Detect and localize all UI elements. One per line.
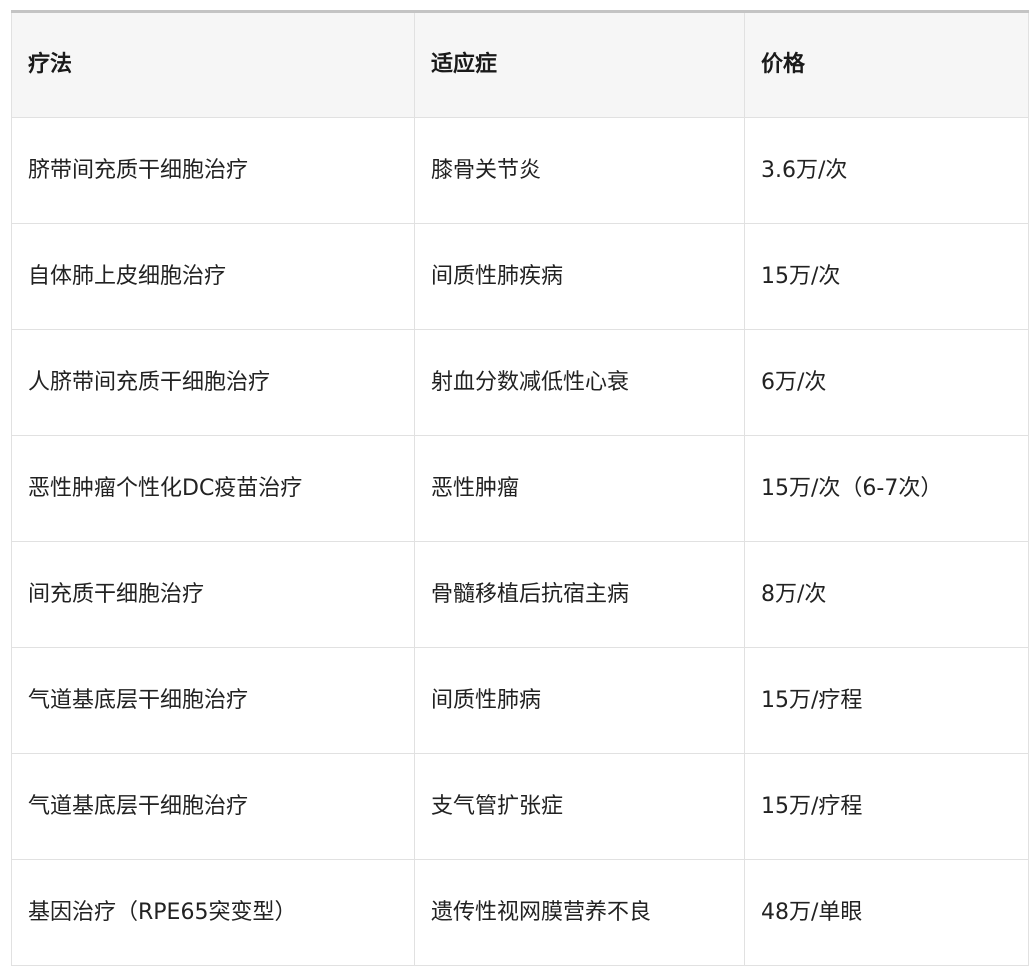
cell-price: 3.6万/次	[744, 117, 1029, 224]
cell-price: 15万/疗程	[744, 647, 1029, 754]
therapy-price-table-container: 疗法 适应症 价格 脐带间充质干细胞治疗 膝骨关节炎 3.6万/次 自体肺上皮细…	[11, 10, 1029, 966]
cell-indication: 间质性肺病	[414, 647, 745, 754]
cell-indication: 恶性肿瘤	[414, 435, 745, 542]
cell-indication: 射血分数减低性心衰	[414, 329, 745, 436]
therapy-price-table: 疗法 适应症 价格 脐带间充质干细胞治疗 膝骨关节炎 3.6万/次 自体肺上皮细…	[11, 10, 1029, 966]
table-header: 疗法 适应症 价格	[11, 11, 1029, 118]
cell-price: 15万/次（6-7次）	[744, 435, 1029, 542]
cell-therapy: 人脐带间充质干细胞治疗	[11, 329, 415, 436]
table-row: 恶性肿瘤个性化DC疫苗治疗 恶性肿瘤 15万/次（6-7次）	[11, 435, 1029, 542]
header-row: 疗法 适应症 价格	[11, 11, 1029, 118]
cell-indication: 骨髓移植后抗宿主病	[414, 541, 745, 648]
cell-therapy: 脐带间充质干细胞治疗	[11, 117, 415, 224]
cell-therapy: 自体肺上皮细胞治疗	[11, 223, 415, 330]
cell-price: 8万/次	[744, 541, 1029, 648]
cell-indication: 支气管扩张症	[414, 753, 745, 860]
cell-therapy: 恶性肿瘤个性化DC疫苗治疗	[11, 435, 415, 542]
cell-therapy: 间充质干细胞治疗	[11, 541, 415, 648]
table-row: 气道基底层干细胞治疗 支气管扩张症 15万/疗程	[11, 753, 1029, 860]
cell-therapy: 气道基底层干细胞治疗	[11, 753, 415, 860]
cell-price: 15万/疗程	[744, 753, 1029, 860]
cell-therapy: 气道基底层干细胞治疗	[11, 647, 415, 754]
table-row: 自体肺上皮细胞治疗 间质性肺疾病 15万/次	[11, 223, 1029, 330]
cell-indication: 膝骨关节炎	[414, 117, 745, 224]
cell-price: 48万/单眼	[744, 859, 1029, 966]
header-price: 价格	[744, 11, 1029, 118]
table-row: 人脐带间充质干细胞治疗 射血分数减低性心衰 6万/次	[11, 329, 1029, 436]
cell-indication: 遗传性视网膜营养不良	[414, 859, 745, 966]
header-therapy: 疗法	[11, 11, 415, 118]
table-row: 气道基底层干细胞治疗 间质性肺病 15万/疗程	[11, 647, 1029, 754]
table-row: 基因治疗（RPE65突变型） 遗传性视网膜营养不良 48万/单眼	[11, 859, 1029, 966]
table-row: 脐带间充质干细胞治疗 膝骨关节炎 3.6万/次	[11, 117, 1029, 224]
header-indication: 适应症	[414, 11, 745, 118]
cell-therapy: 基因治疗（RPE65突变型）	[11, 859, 415, 966]
cell-price: 6万/次	[744, 329, 1029, 436]
cell-price: 15万/次	[744, 223, 1029, 330]
table-body: 脐带间充质干细胞治疗 膝骨关节炎 3.6万/次 自体肺上皮细胞治疗 间质性肺疾病…	[11, 117, 1029, 966]
cell-indication: 间质性肺疾病	[414, 223, 745, 330]
table-row: 间充质干细胞治疗 骨髓移植后抗宿主病 8万/次	[11, 541, 1029, 648]
